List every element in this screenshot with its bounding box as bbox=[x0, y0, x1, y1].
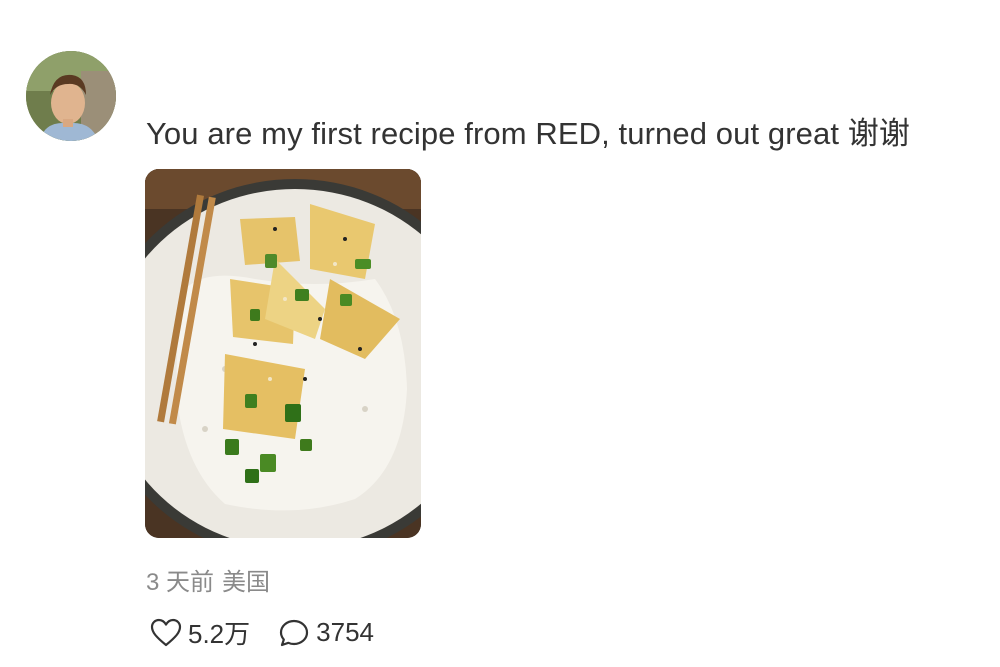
comment-time: 3 天前 bbox=[146, 569, 215, 596]
reply-button[interactable]: 3754 bbox=[278, 617, 374, 648]
comment-actions: 5.2万 3754 bbox=[150, 614, 374, 651]
avatar[interactable] bbox=[26, 51, 116, 141]
comment-location: 美国 bbox=[222, 569, 271, 596]
comment-text: You are my first recipe from RED, turned… bbox=[146, 116, 910, 151]
heart-icon bbox=[150, 618, 182, 648]
like-button[interactable]: 5.2万 bbox=[150, 614, 250, 651]
comment-bubble-icon bbox=[278, 618, 310, 648]
reply-count: 3754 bbox=[316, 617, 374, 647]
like-count: 5.2万 bbox=[188, 619, 251, 649]
comment-meta: 3 天前 美国 bbox=[146, 562, 270, 597]
comment-photo[interactable] bbox=[145, 169, 421, 538]
